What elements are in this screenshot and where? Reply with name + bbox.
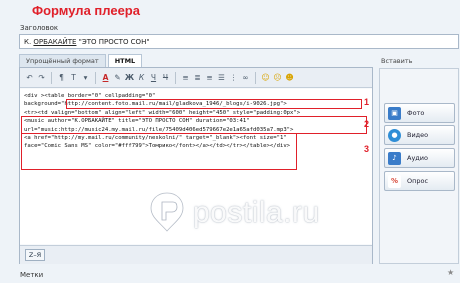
watermark-text: postila.ru bbox=[193, 196, 320, 229]
redo-icon[interactable]: ↷ bbox=[36, 71, 47, 84]
italic-button[interactable]: К bbox=[136, 71, 147, 84]
bold-button[interactable]: Ж bbox=[124, 71, 135, 84]
toolbar-divider bbox=[51, 71, 52, 84]
editor-footer: Z–Я bbox=[20, 245, 372, 264]
highlight-icon[interactable]: ✎ bbox=[112, 71, 123, 84]
link-icon[interactable]: ∞ bbox=[240, 71, 251, 84]
watermark-logo-icon bbox=[150, 192, 184, 232]
text-color-icon[interactable]: A bbox=[100, 71, 111, 84]
font-size-arrow-icon[interactable]: ▾ bbox=[80, 71, 91, 84]
tab-simple-format[interactable]: Упрощённый формат bbox=[19, 54, 106, 67]
editor-tabs: Упрощённый формат HTML bbox=[19, 54, 143, 67]
insert-audio-button[interactable]: ♪ Аудио bbox=[384, 148, 455, 168]
annotation-title: Формула плеера bbox=[32, 3, 140, 18]
marker-1: 1 bbox=[364, 97, 370, 107]
title-artist-link: ОРБАКАЙТЕ bbox=[33, 38, 77, 46]
insert-video-button[interactable]: ● Видео bbox=[384, 125, 455, 145]
editor-toolbar: ↶ ↷ ¶ T ▾ A ✎ Ж К Ч Ч ≡ ≣ ≡ ☰ ⋮ ∞ ☺ ☹ ☻ bbox=[20, 68, 372, 88]
numbered-list-icon[interactable]: ⋮ bbox=[228, 71, 239, 84]
insert-panel: ▣ Фото ● Видео ♪ Аудио % Опрос bbox=[379, 68, 459, 264]
smile-icon[interactable]: ☺ bbox=[260, 71, 271, 84]
align-left-icon[interactable]: ≡ bbox=[180, 71, 191, 84]
insert-poll-button[interactable]: % Опрос bbox=[384, 171, 455, 191]
title-prefix: К. bbox=[24, 38, 34, 46]
paragraph-icon[interactable]: ¶ bbox=[56, 71, 67, 84]
highlight-box-2 bbox=[21, 116, 367, 134]
poll-icon: % bbox=[388, 174, 401, 188]
heart-icon[interactable]: ☻ bbox=[284, 71, 295, 84]
font-size-icon[interactable]: T bbox=[68, 71, 79, 84]
photo-icon: ▣ bbox=[388, 106, 401, 120]
title-input[interactable]: К. ОРБАКАЙТЕ "ЭТО ПРОСТО СОН" bbox=[19, 34, 459, 49]
highlight-box-1 bbox=[66, 99, 362, 109]
toolbar-divider bbox=[95, 71, 96, 84]
marker-3: 3 bbox=[364, 144, 370, 154]
title-label: Заголовок bbox=[20, 24, 59, 32]
insert-poll-label: Опрос bbox=[407, 177, 429, 185]
insert-video-label: Видео bbox=[407, 131, 429, 139]
marker-2: 2 bbox=[364, 119, 370, 129]
insert-label: Вставить bbox=[381, 57, 413, 65]
title-rest: "ЭТО ПРОСТО СОН" bbox=[76, 38, 150, 46]
html-editor: ↶ ↷ ¶ T ▾ A ✎ Ж К Ч Ч ≡ ≣ ≡ ☰ ⋮ ∞ ☺ ☹ ☻ … bbox=[19, 67, 373, 264]
align-center-icon[interactable]: ≣ bbox=[192, 71, 203, 84]
highlight-box-3 bbox=[21, 133, 297, 170]
toolbar-divider bbox=[175, 71, 176, 84]
insert-photo-label: Фото bbox=[407, 109, 425, 117]
insert-photo-button[interactable]: ▣ Фото bbox=[384, 103, 455, 123]
sad-icon[interactable]: ☹ bbox=[272, 71, 283, 84]
strikethrough-button[interactable]: Ч bbox=[160, 71, 171, 84]
bullet-list-icon[interactable]: ☰ bbox=[216, 71, 227, 84]
sort-za-button[interactable]: Z–Я bbox=[25, 249, 45, 261]
audio-icon: ♪ bbox=[388, 151, 401, 165]
video-icon: ● bbox=[388, 128, 401, 142]
toolbar-divider bbox=[255, 71, 256, 84]
underline-button[interactable]: Ч bbox=[148, 71, 159, 84]
undo-icon[interactable]: ↶ bbox=[24, 71, 35, 84]
tags-label: Метки bbox=[20, 271, 44, 279]
tab-html[interactable]: HTML bbox=[107, 54, 143, 67]
star-icon[interactable]: ★ bbox=[447, 268, 454, 277]
align-right-icon[interactable]: ≡ bbox=[204, 71, 215, 84]
insert-audio-label: Аудио bbox=[407, 154, 428, 162]
